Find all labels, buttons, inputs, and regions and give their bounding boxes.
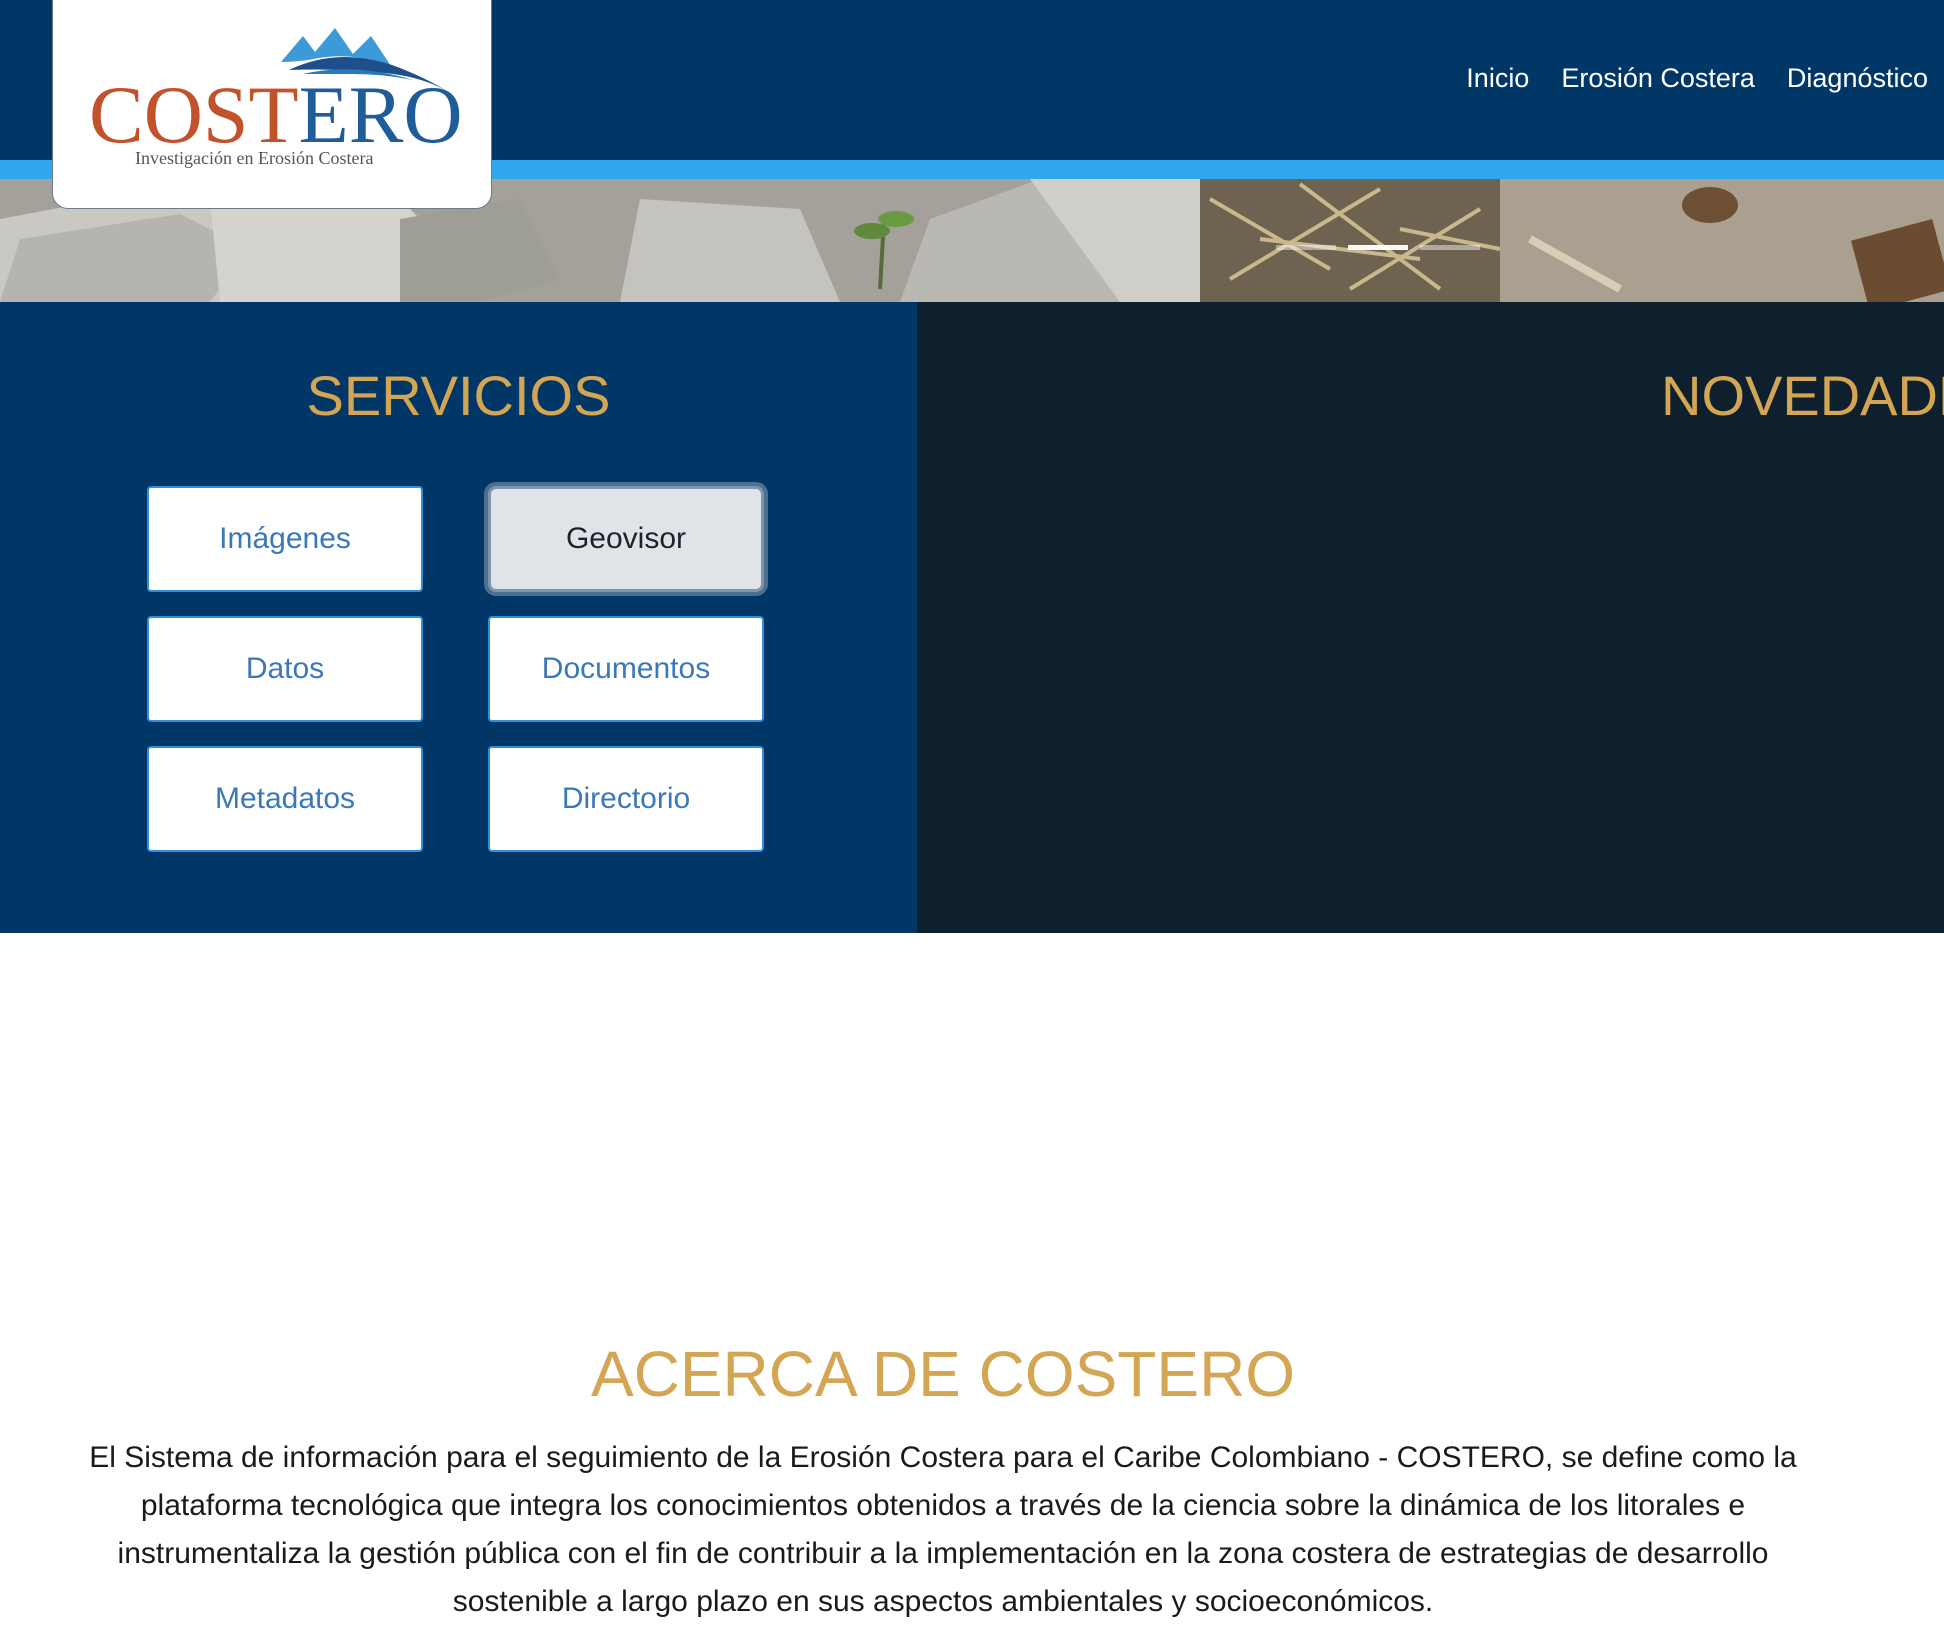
service-button-geovisor[interactable]: Geovisor [488,486,764,592]
services-title: SERVICIOS [306,364,611,427]
service-button-datos[interactable]: Datos [147,616,423,722]
about-description: El Sistema de información para el seguim… [89,1441,1797,1618]
logo-wordmark-text-blue: ERO [299,69,463,160]
logo-tagline: Investigación en Erosión Costera [135,148,373,168]
service-button-documentos[interactable]: Documentos [488,616,764,722]
logo-wordmark: COSTERO [89,69,463,160]
carousel-dot-2[interactable] [1348,245,1408,250]
news-section: NOVEDADES [917,302,1944,933]
nav-link-inicio[interactable]: Inicio [1466,56,1529,100]
service-button-imagenes[interactable]: Imágenes [147,486,423,592]
about-title: ACERCA DE COSTERO [590,1338,1296,1410]
logo-wordmark-text: COST [89,69,299,160]
carousel-dot-3[interactable] [1420,245,1480,250]
site-logo[interactable]: COSTERO Investigación en Erosión Costera [52,0,492,209]
services-section: SERVICIOS Imágenes Geovisor Datos Docume… [0,302,917,933]
nav-link-diagnostico[interactable]: Diagnóstico [1787,56,1928,100]
news-title: NOVEDADES [1661,364,1944,427]
costero-logo-image: COSTERO Investigación en Erosión Costera [89,28,463,168]
service-button-metadatos[interactable]: Metadatos [147,746,423,852]
service-button-directorio[interactable]: Directorio [488,746,764,852]
carousel-indicators [1276,245,1480,250]
carousel-dot-1[interactable] [1276,245,1336,250]
main-nav: Inicio Erosión Costera Diagnóstico [1466,56,1944,100]
nav-link-erosion-costera[interactable]: Erosión Costera [1561,56,1755,100]
